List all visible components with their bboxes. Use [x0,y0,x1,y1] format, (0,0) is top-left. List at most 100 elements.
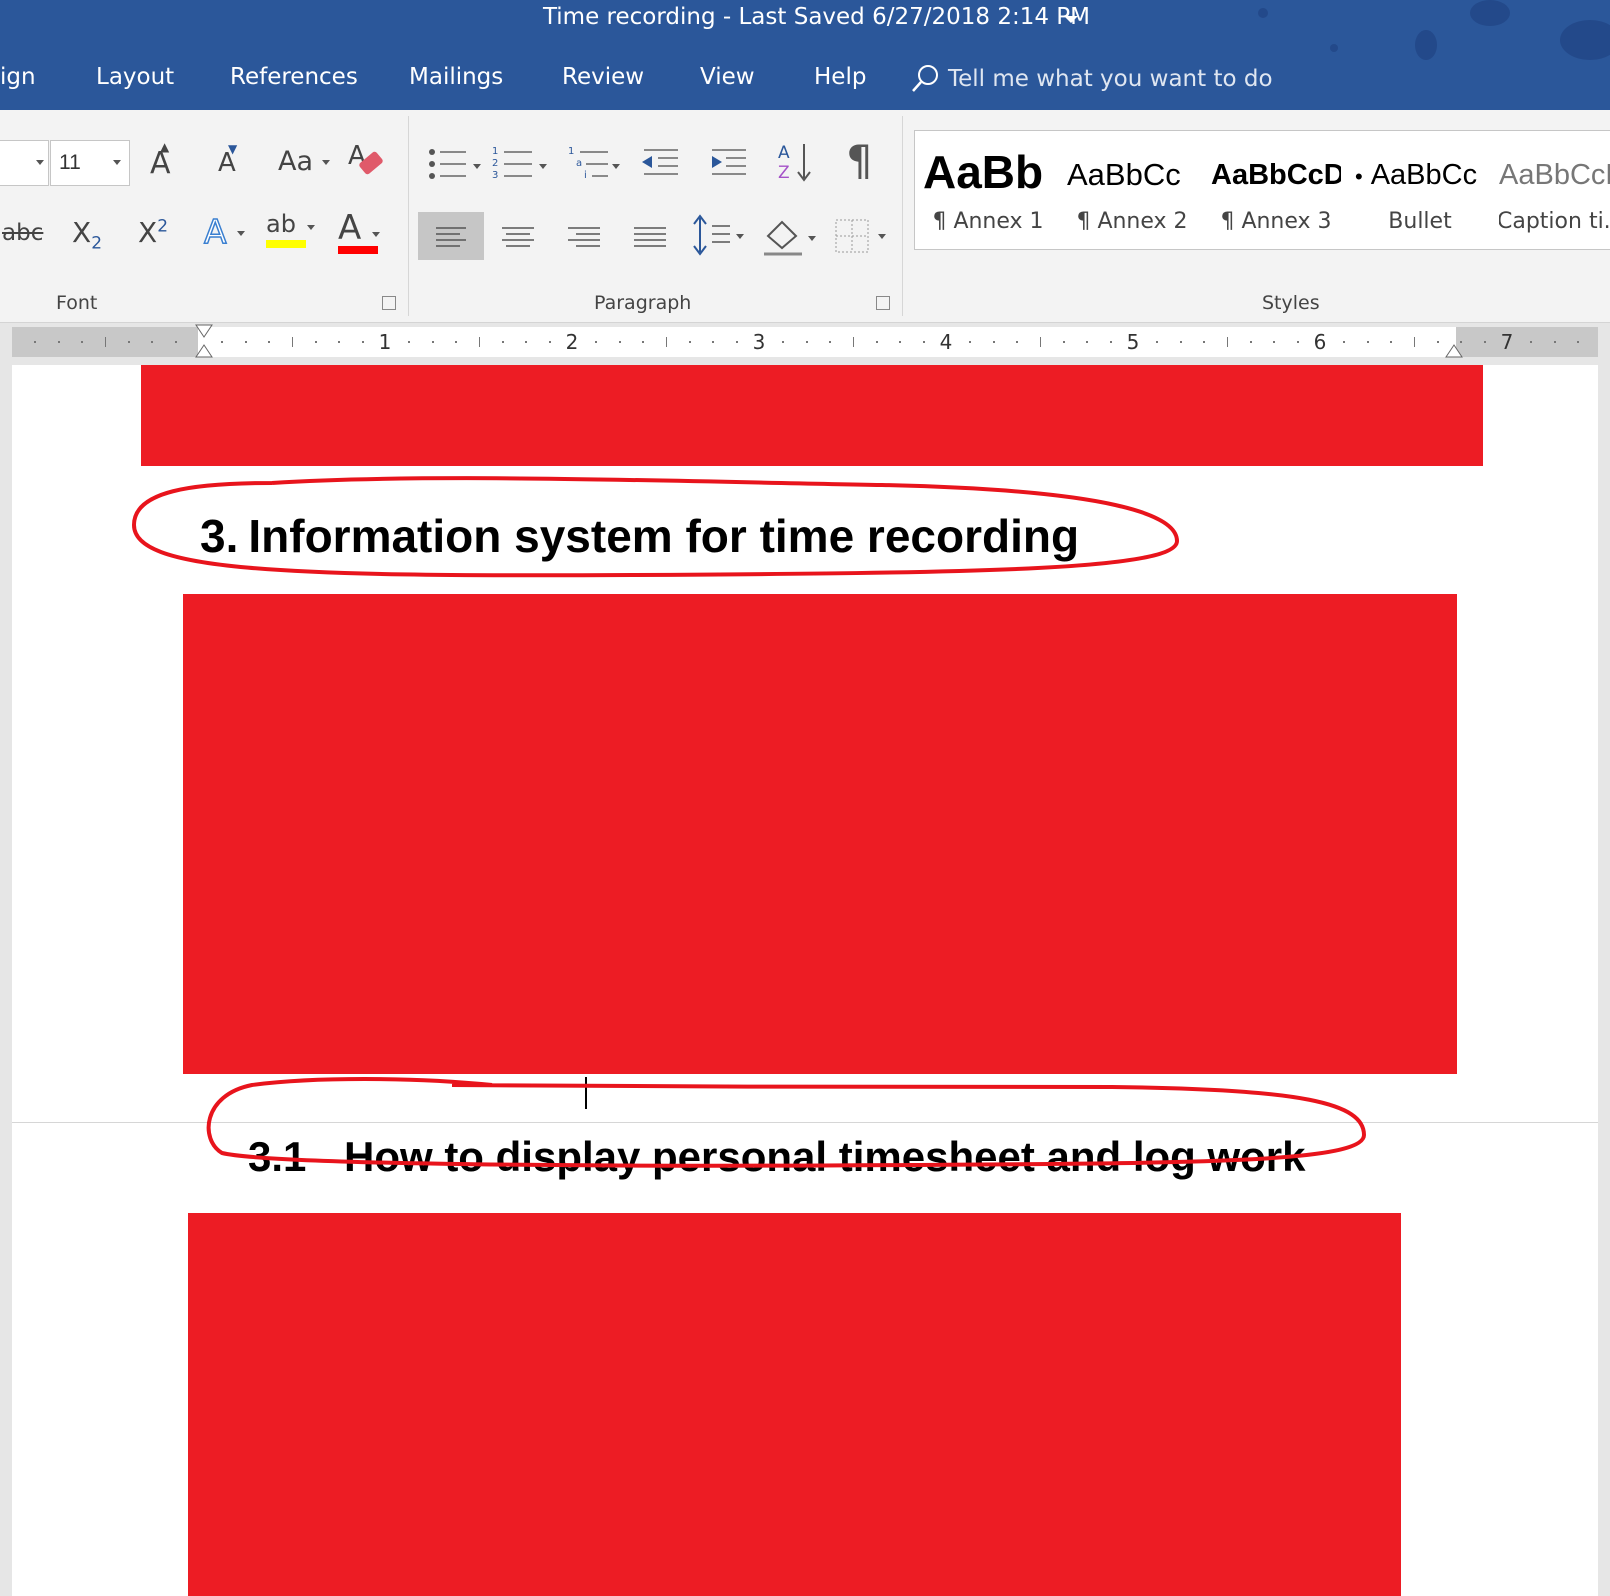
right-indent-marker-icon[interactable] [1444,341,1464,365]
line-spacing-icon [693,214,744,256]
highlight-button[interactable]: ab [266,210,316,248]
indent-marker-icon[interactable] [194,323,214,363]
document-page[interactable]: 3. Information system for time recording … [12,365,1598,1596]
style-name: ¶ Annex 1 [932,209,1044,234]
subscript-button[interactable]: X2 [72,216,102,254]
numbering-icon: 1 2 3 [492,146,547,181]
tab-references[interactable]: References [230,64,358,90]
justify-button[interactable] [628,212,672,264]
style-caption-title[interactable]: AaBbCcD Caption ti... [1499,131,1610,249]
tab-help[interactable]: Help [814,64,866,90]
shading-button[interactable] [760,214,820,264]
style-sample: AaBb [923,146,1044,198]
change-case-icon: Aa [278,146,314,177]
ruler-tick [1413,337,1415,347]
clear-formatting-icon: A [348,141,383,175]
tab-layout[interactable]: Layout [96,64,174,90]
style-sample-text: AaBbCc [1370,159,1478,191]
horizontal-ruler[interactable]: 1 2 3 4 5 6 7 [0,323,1610,365]
ruler-tick [1203,341,1206,343]
ruler-tick [1436,341,1439,343]
change-case-button[interactable]: Aa [278,146,330,177]
borders-icon [835,219,886,253]
ruler-tick [899,341,902,343]
align-left-button[interactable] [418,212,484,260]
chevron-down-icon [36,160,44,165]
text-effects-button[interactable]: A [203,211,246,252]
tab-review[interactable]: Review [562,64,644,90]
ruler-tick [595,341,598,343]
ruler-tick [1086,341,1089,343]
superscript-button[interactable]: X2 [138,216,168,249]
ruler-tick [782,341,785,343]
strikethrough-icon: abc [2,220,44,246]
font-color-button[interactable]: A [338,208,381,254]
ruler-tick [1483,341,1486,343]
style-name: ¶ Annex 2 [1076,209,1188,234]
clear-formatting-button[interactable]: A [346,138,390,186]
show-formatting-button[interactable]: ¶ [846,136,873,185]
font-size-box[interactable]: 11 [50,140,130,186]
grow-font-button[interactable]: A ▲ [150,140,171,181]
tab-design[interactable]: ign [0,64,36,90]
line-spacing-button[interactable] [692,214,750,264]
align-center-button[interactable] [496,212,540,264]
ruler-tick [221,341,224,343]
group-separator [408,116,409,316]
align-right-button[interactable] [562,212,606,264]
increase-indent-button[interactable] [708,146,748,184]
ruler-tick [688,341,691,343]
ruler-tick [1296,341,1299,343]
style-sample: AaBbCcD [1499,159,1610,191]
sort-button[interactable]: A Z [776,140,812,188]
ruler-tick [314,341,317,343]
ruler-tick [1249,341,1252,343]
multilevel-list-icon: 1 a i [568,146,620,181]
text-effects-icon: A [203,211,227,252]
multilevel-list-button[interactable]: 1 a i [568,144,626,188]
ruler-tick [1109,341,1112,343]
chevron-down-icon [321,160,330,165]
bullets-button[interactable] [426,144,484,188]
chevron-down-icon [113,160,121,165]
chevron-down-icon [307,225,316,230]
bullets-icon [429,149,481,179]
group-separator [902,116,903,316]
style-annex-1[interactable]: AaBb ¶ Annex 1 [923,131,1053,249]
background-pattern [1560,20,1610,60]
ruler-tick [174,341,177,343]
paragraph-dialog-launcher-icon[interactable] [876,296,890,310]
numbering-button[interactable]: 1 2 3 [492,144,550,188]
shrink-font-button[interactable]: A ▼ [218,142,237,178]
ruler-tick [57,341,60,343]
svg-text:2: 2 [492,158,498,169]
font-name-box[interactable] [0,140,49,186]
subscript-icon: X [72,216,92,249]
tab-mailings[interactable]: Mailings [409,64,503,90]
borders-button[interactable] [834,218,894,262]
ruler-tick [1343,341,1346,343]
ruler-tick [875,341,878,343]
style-annex-3[interactable]: AaBbCcD ¶ Annex 3 [1211,131,1341,249]
highlight-color-swatch [266,240,306,248]
bullet-icon: • [1355,164,1363,189]
tell-me-placeholder: Tell me what you want to do [948,66,1273,92]
style-sample: • AaBbCc [1355,159,1477,192]
ruler-tick [735,341,738,343]
ruler-tick [1156,341,1159,343]
window-title: Time recording - Last Saved 6/27/2018 2:… [0,4,1090,30]
style-annex-2[interactable]: AaBbCc ¶ Annex 2 [1067,131,1197,249]
font-dialog-launcher-icon[interactable] [382,296,396,310]
chevron-down-icon [372,232,381,237]
ruler-number: 7 [1500,330,1514,354]
document-title: Time recording - Last Saved 6/27/2018 2:… [542,4,1090,30]
title-dropdown-icon[interactable] [1064,16,1078,23]
style-bullet[interactable]: • AaBbCc Bullet [1355,131,1485,249]
strikethrough-button[interactable]: abc [2,220,43,246]
ruler-tick [1460,341,1463,343]
ruler-tick [852,337,854,347]
decrease-indent-button[interactable] [640,146,680,184]
svg-text:i: i [584,170,587,181]
tab-view[interactable]: View [700,64,755,90]
style-sample: AaBbCcD [1211,159,1341,191]
